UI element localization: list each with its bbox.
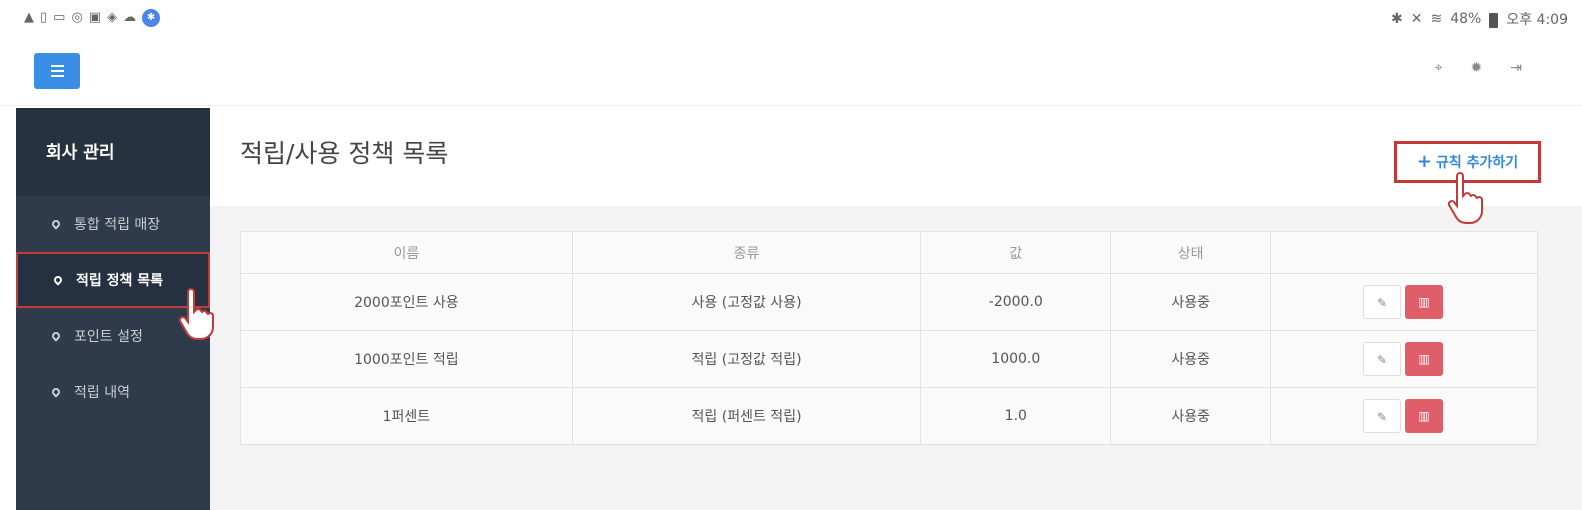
location-pin-icon[interactable]: ⌖ [1435, 60, 1443, 76]
cell-type: 사용 (고정값 사용) [571, 273, 922, 331]
edit-icon: ✎ [1377, 410, 1388, 424]
sidebar-item-label: 통합 적립 매장 [74, 217, 161, 233]
edit-button[interactable]: ✎ [1363, 399, 1402, 433]
delete-button[interactable]: ▥ [1405, 342, 1444, 376]
trash-icon: ▥ [1418, 352, 1430, 366]
column-header-actions [1270, 231, 1538, 274]
clock-time: 오후 4:09 [1506, 12, 1568, 28]
sidebar-title: 회사 관리 [16, 108, 210, 196]
clock-icon: ◎ [71, 10, 83, 25]
map-pin-icon [50, 218, 62, 230]
edit-button[interactable]: ✎ [1363, 285, 1402, 319]
cell-type: 적립 (퍼센트 적립) [571, 387, 922, 445]
table-header-row: 이름 종류 값 상태 [240, 231, 1538, 274]
top-navbar: ⌖ ✹ ⇥ [0, 36, 1582, 106]
cell-value: -2000.0 [920, 273, 1112, 331]
bluetooth-icon: ✱ [1391, 11, 1403, 27]
map-pin-icon [50, 330, 62, 342]
delete-button[interactable]: ▥ [1405, 285, 1444, 319]
cloud-icon: ☁ [123, 10, 137, 25]
sidebar-item-history[interactable]: 적립 내역 [16, 364, 210, 420]
warning-icon: ▲ [24, 10, 34, 25]
cell-status: 사용중 [1110, 387, 1272, 445]
cell-actions: ✎ ▥ [1270, 273, 1538, 331]
cell-status: 사용중 [1110, 273, 1272, 331]
sidebar-item-integrated-stores[interactable]: 통합 적립 매장 [16, 196, 210, 252]
plus-icon: + [1416, 151, 1432, 172]
sidebar-item-label: 적립 내역 [74, 385, 130, 401]
status-bar: ▲ ▯ ▭ ◎ ▣ ◈ ☁ ✱ ✱ ✕ ≋ 48% 오후 4:09 [0, 0, 1582, 36]
cell-actions: ✎ ▥ [1270, 387, 1538, 445]
column-header-name: 이름 [240, 231, 573, 274]
map-pin-icon [52, 274, 64, 286]
sidebar-item-label: 적립 정책 목록 [76, 273, 164, 289]
bluetooth-badge-icon: ✱ [142, 9, 161, 27]
image-icon: ▭ [53, 10, 66, 25]
trash-icon: ▥ [1418, 409, 1430, 423]
battery-percent: 48% [1450, 11, 1482, 27]
table-row: 2000포인트 사용 사용 (고정값 사용) -2000.0 사용중 ✎ ▥ [240, 273, 1538, 331]
delete-button[interactable]: ▥ [1405, 399, 1444, 433]
cell-value: 1.0 [920, 387, 1112, 445]
hamburger-menu-button[interactable] [34, 53, 80, 89]
policy-table: 이름 종류 값 상태 2000포인트 사용 사용 (고정값 사용) -2000.… [240, 231, 1538, 445]
gear-icon[interactable]: ✹ [1471, 60, 1483, 76]
battery-icon [1489, 12, 1499, 28]
phone-icon: ▯ [40, 10, 48, 25]
wifi-icon: ≋ [1430, 11, 1443, 27]
edit-icon: ✎ [1377, 353, 1388, 367]
column-header-type: 종류 [571, 231, 922, 274]
hand-pointer-icon [1447, 172, 1483, 224]
hand-pointer-icon [178, 288, 214, 340]
cell-name: 1000포인트 적립 [240, 330, 573, 388]
cell-status: 사용중 [1110, 330, 1272, 388]
map-pin-icon [50, 386, 62, 398]
sidebar-item-label: 포인트 설정 [74, 329, 143, 345]
logout-icon[interactable]: ⇥ [1510, 60, 1522, 76]
trash-icon: ▥ [1418, 295, 1430, 309]
cell-type: 적립 (고정값 적립) [571, 330, 922, 388]
page-header: 적립/사용 정책 목록 + 규칙 추가하기 [210, 108, 1582, 206]
mute-icon: ✕ [1410, 11, 1423, 27]
main-content: 적립/사용 정책 목록 + 규칙 추가하기 이름 종류 값 상태 2000포인트… [210, 108, 1582, 510]
column-header-value: 값 [920, 231, 1112, 274]
top-right-icons: ⌖ ✹ ⇥ [1435, 60, 1522, 76]
page-title: 적립/사용 정책 목록 [240, 139, 449, 168]
table-row: 1퍼센트 적립 (퍼센트 적립) 1.0 사용중 ✎ ▥ [240, 387, 1538, 445]
cell-value: 1000.0 [920, 330, 1112, 388]
add-rule-label: 규칙 추가하기 [1435, 155, 1519, 171]
shield-icon: ◈ [107, 10, 118, 25]
cell-name: 1퍼센트 [240, 387, 573, 445]
edit-button[interactable]: ✎ [1363, 342, 1402, 376]
cell-actions: ✎ ▥ [1270, 330, 1538, 388]
system-status: ✱ ✕ ≋ 48% 오후 4:09 [1391, 9, 1568, 29]
notification-icons: ▲ ▯ ▭ ◎ ▣ ◈ ☁ ✱ [24, 9, 161, 27]
table-row: 1000포인트 적립 적립 (고정값 적립) 1000.0 사용중 ✎ ▥ [240, 330, 1538, 388]
mail-icon: ▣ [88, 10, 102, 25]
cell-name: 2000포인트 사용 [240, 273, 573, 331]
column-header-status: 상태 [1110, 231, 1272, 274]
edit-icon: ✎ [1377, 296, 1388, 310]
